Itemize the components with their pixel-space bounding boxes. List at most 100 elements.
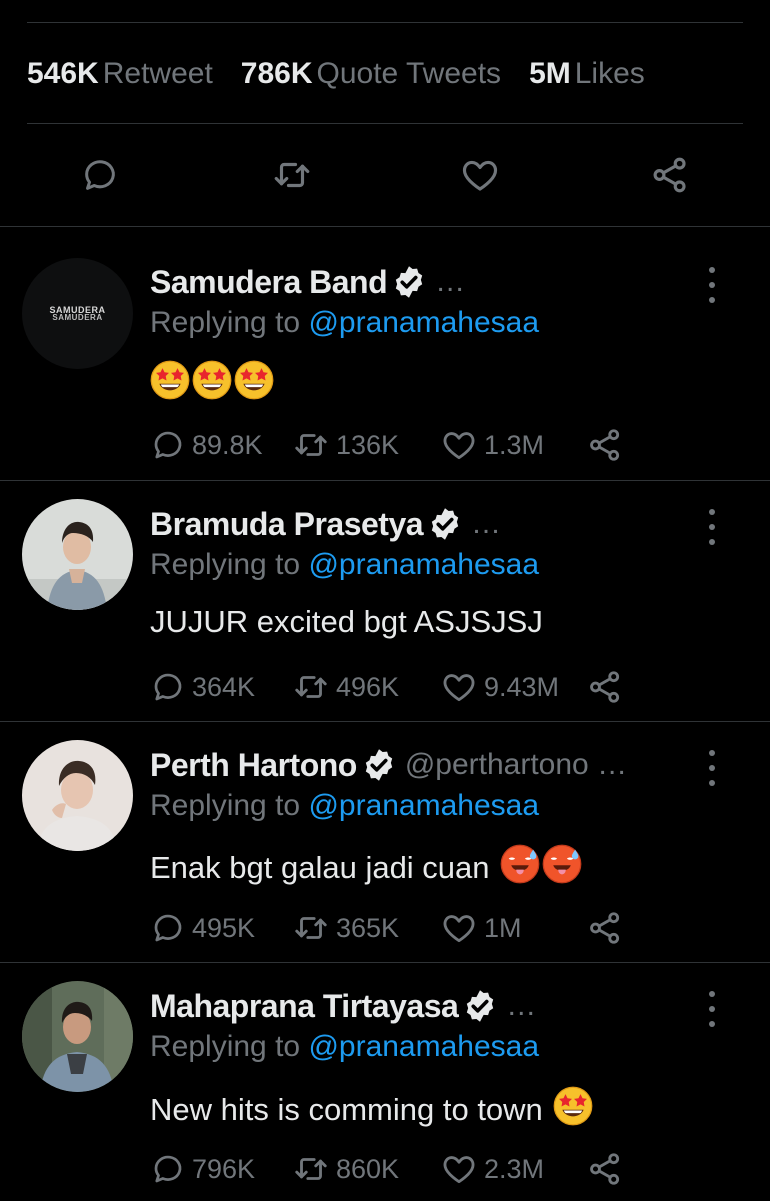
retweet-count: 860K (336, 1153, 400, 1184)
reply-tweet[interactable]: Bramuda Prasetya … Replying to @pranamah… (0, 481, 770, 721)
share-icon (653, 157, 686, 193)
likes-count: 5M (529, 57, 571, 90)
mention-link[interactable]: @pranamahesaa (308, 548, 539, 581)
retweet-count: 365K (336, 912, 400, 943)
like-count: 1.3M (484, 429, 545, 460)
replying-to-label: Replying to (150, 789, 301, 822)
retweet-icon (292, 426, 330, 464)
retweet-icon (292, 909, 330, 947)
display-name[interactable]: Samudera Band (150, 264, 388, 301)
profile-photo (22, 499, 133, 610)
reply-metric[interactable]: 89.8K (150, 425, 263, 465)
like-count: 2.3M (484, 1153, 545, 1184)
replying-to-label: Replying to (150, 1030, 301, 1063)
more-options-icon[interactable] (700, 991, 724, 1027)
tweet-header: Perth Hartono @perthartono … (150, 745, 627, 785)
mention-link[interactable]: @pranamahesaa (308, 789, 539, 822)
reply-tweet[interactable]: Perth Hartono @perthartono … Replying to… (0, 722, 770, 962)
more-options-icon[interactable] (700, 509, 724, 545)
retweet-icon (292, 668, 330, 706)
share-metric[interactable] (586, 1149, 630, 1189)
tweet-header: Bramuda Prasetya … (150, 504, 501, 544)
more-options-icon[interactable] (700, 267, 724, 303)
star-struck-emoji (553, 1086, 593, 1126)
heart-icon (440, 668, 478, 706)
retweet-count: 546K (27, 57, 99, 90)
share-metric[interactable] (586, 667, 630, 707)
display-name[interactable]: Mahaprana Tirtayasa (150, 988, 459, 1025)
retweet-icon (292, 1150, 330, 1188)
retweet-button[interactable] (267, 150, 317, 200)
like-metric[interactable]: 2.3M (440, 1149, 544, 1189)
logo-text: SAMUDERA (52, 312, 103, 322)
reply-icon (150, 910, 186, 946)
hot-face-emoji (542, 844, 582, 884)
heart-icon (440, 909, 478, 947)
quote-tweets-stat[interactable]: 786K Quote Tweets (241, 57, 501, 91)
reply-count: 796K (192, 1153, 256, 1184)
retweet-stat[interactable]: 546K Retweet (27, 57, 213, 91)
reply-count: 364K (192, 671, 256, 702)
handle: … (471, 507, 502, 540)
avatar[interactable] (22, 981, 133, 1092)
verified-icon (391, 264, 427, 300)
profile-photo (22, 981, 133, 1092)
tweet-body: New hits is comming to town (150, 1092, 543, 1127)
retweet-count: 136K (336, 429, 400, 460)
retweet-metric[interactable]: 136K (292, 425, 399, 465)
likes-stat[interactable]: 5M Likes (529, 57, 645, 91)
like-metric[interactable]: 1M (440, 908, 522, 948)
replying-to-label: Replying to (150, 548, 301, 581)
display-name[interactable]: Bramuda Prasetya (150, 506, 424, 543)
tweet-body: JUJUR excited bgt ASJSJSJ (150, 604, 543, 639)
avatar[interactable]: SAMUDERA SAMUDERA (22, 258, 133, 369)
replying-to: Replying to @pranamahesaa (150, 548, 539, 582)
replying-to-label: Replying to (150, 306, 301, 339)
samudera-logo: SAMUDERA SAMUDERA (22, 258, 133, 369)
display-name[interactable]: Perth Hartono (150, 747, 357, 784)
retweet-label: Retweet (102, 57, 213, 90)
quote-label: Quote Tweets (316, 57, 502, 90)
more-options-icon[interactable] (700, 750, 724, 786)
reply-count: 89.8K (192, 429, 263, 460)
profile-photo (22, 740, 133, 851)
reply-metric[interactable]: 364K (150, 667, 255, 707)
retweet-count: 496K (336, 671, 400, 702)
share-icon (586, 1150, 624, 1188)
replying-to: Replying to @pranamahesaa (150, 306, 539, 340)
tweet-header: Samudera Band … (150, 262, 465, 302)
share-metric[interactable] (586, 908, 630, 948)
like-metric[interactable]: 9.43M (440, 667, 559, 707)
avatar[interactable] (22, 740, 133, 851)
hot-face-emoji (500, 844, 540, 884)
heart-icon (440, 426, 478, 464)
reply-count: 495K (192, 912, 256, 943)
reply-metric[interactable]: 796K (150, 1149, 255, 1189)
retweet-metric[interactable]: 496K (292, 667, 399, 707)
like-button[interactable] (455, 150, 505, 200)
reply-icon (85, 160, 115, 190)
share-metric[interactable] (586, 425, 630, 465)
tweet-text (150, 360, 274, 402)
tweet-text: JUJUR excited bgt ASJSJSJ (150, 604, 543, 640)
avatar[interactable] (22, 499, 133, 610)
mention-link[interactable]: @pranamahesaa (308, 1030, 539, 1063)
reply-tweet[interactable]: SAMUDERA SAMUDERA Samudera Band … Replyi… (0, 226, 770, 480)
tweet-action-bar (0, 150, 770, 200)
like-count: 9.43M (484, 671, 560, 702)
reply-tweet[interactable]: Mahaprana Tirtayasa … Replying to @prana… (0, 963, 770, 1201)
mention-link[interactable]: @pranamahesaa (308, 306, 539, 339)
tweet-metrics: 89.8K 136K 1.3M (150, 425, 710, 465)
divider (27, 123, 743, 124)
retweet-metric[interactable]: 860K (292, 1149, 399, 1189)
reply-icon (150, 1151, 186, 1187)
share-button[interactable] (645, 150, 695, 200)
likes-label: Likes (574, 57, 645, 90)
verified-icon (361, 747, 397, 783)
reply-button[interactable] (75, 150, 125, 200)
like-metric[interactable]: 1.3M (440, 425, 544, 465)
reply-metric[interactable]: 495K (150, 908, 255, 948)
reply-icon (150, 427, 186, 463)
retweet-metric[interactable]: 365K (292, 908, 399, 948)
tweet-metrics: 495K 365K 1M (150, 908, 710, 948)
